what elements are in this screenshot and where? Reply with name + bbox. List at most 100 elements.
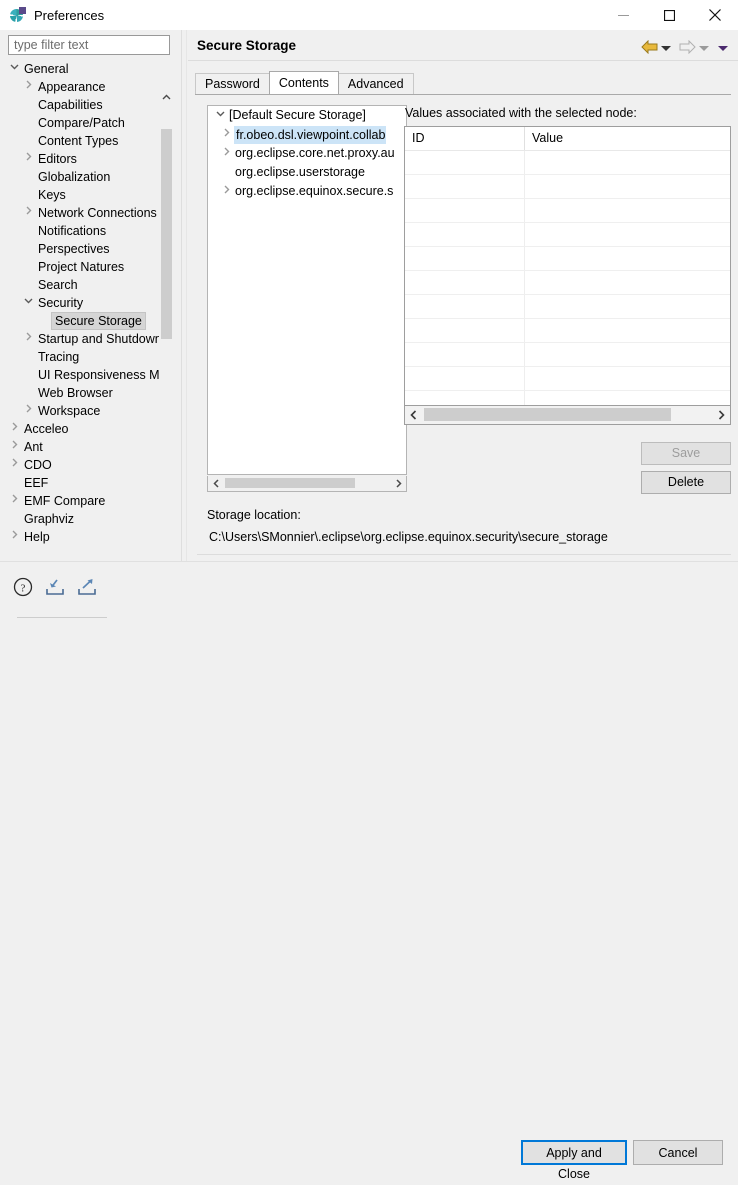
sidebar-vertical-scrollbar[interactable] bbox=[159, 89, 174, 602]
sidebar-item-capabilities[interactable]: Capabilities bbox=[6, 96, 159, 114]
maximize-button[interactable] bbox=[646, 0, 692, 30]
apply-and-close-button[interactable]: Apply and Close bbox=[521, 1140, 627, 1165]
view-menu-icon[interactable] bbox=[718, 46, 728, 51]
chevron-right-icon[interactable] bbox=[6, 528, 22, 546]
contents-tree-horizontal-scrollbar[interactable] bbox=[207, 476, 407, 492]
chevron-right-icon[interactable] bbox=[391, 476, 406, 490]
sidebar-item-cdo[interactable]: CDO bbox=[6, 456, 159, 474]
values-table-horizontal-scrollbar[interactable] bbox=[404, 406, 731, 425]
chevron-left-icon[interactable] bbox=[405, 406, 422, 423]
scrollbar-thumb[interactable] bbox=[161, 129, 172, 339]
sidebar-item-notifications[interactable]: Notifications bbox=[6, 222, 159, 240]
chevron-right-icon[interactable] bbox=[218, 144, 234, 163]
sidebar-item-ui-responsiveness-monitoring[interactable]: UI Responsiveness Monitoring bbox=[6, 366, 159, 384]
scrollbar-thumb[interactable] bbox=[424, 408, 671, 421]
column-header-value[interactable]: Value bbox=[525, 127, 730, 150]
values-table[interactable]: ID Value bbox=[404, 126, 731, 406]
table-cell-value bbox=[525, 151, 730, 174]
table-row[interactable] bbox=[405, 343, 730, 367]
sidebar-item-tracing[interactable]: Tracing bbox=[6, 348, 159, 366]
chevron-right-icon[interactable] bbox=[6, 492, 22, 510]
scrollbar-thumb[interactable] bbox=[225, 478, 355, 488]
sidebar-item-acceleo[interactable]: Acceleo bbox=[6, 420, 159, 438]
delete-button[interactable]: Delete bbox=[641, 471, 731, 494]
table-row[interactable] bbox=[405, 391, 730, 406]
sidebar-item-help[interactable]: Help bbox=[6, 528, 159, 546]
save-button[interactable]: Save bbox=[641, 442, 731, 465]
table-row[interactable] bbox=[405, 223, 730, 247]
chevron-right-icon[interactable] bbox=[20, 402, 36, 420]
sidebar-item-workspace[interactable]: Workspace bbox=[6, 402, 159, 420]
import-icon[interactable] bbox=[44, 576, 68, 600]
chevron-up-icon[interactable] bbox=[159, 89, 174, 104]
chevron-right-icon[interactable] bbox=[20, 330, 36, 348]
tab-contents[interactable]: Contents bbox=[269, 71, 339, 94]
table-row[interactable] bbox=[405, 271, 730, 295]
table-row[interactable] bbox=[405, 247, 730, 271]
sidebar-item-perspectives[interactable]: Perspectives bbox=[6, 240, 159, 258]
sidebar-item-ant[interactable]: Ant bbox=[6, 438, 159, 456]
cancel-button[interactable]: Cancel bbox=[633, 1140, 723, 1165]
sidebar-item-web-browser[interactable]: Web Browser bbox=[6, 384, 159, 402]
sidebar-item-label: Graphviz bbox=[22, 510, 76, 528]
contents-tree-item[interactable]: [Default Secure Storage] bbox=[208, 106, 406, 125]
table-row[interactable] bbox=[405, 367, 730, 391]
sidebar-item-general[interactable]: General bbox=[6, 60, 159, 78]
search-input[interactable] bbox=[8, 35, 170, 55]
contents-tree-item[interactable]: org.eclipse.equinox.secure.s bbox=[208, 182, 406, 201]
chevron-right-icon[interactable] bbox=[218, 182, 234, 201]
sidebar-item-search[interactable]: Search bbox=[6, 276, 159, 294]
table-row[interactable] bbox=[405, 319, 730, 343]
export-icon[interactable] bbox=[76, 576, 100, 600]
sidebar-item-editors[interactable]: Editors bbox=[6, 150, 159, 168]
minimize-button[interactable] bbox=[600, 0, 646, 30]
chevron-right-icon[interactable] bbox=[713, 406, 730, 423]
chevron-right-icon[interactable] bbox=[20, 150, 36, 168]
sidebar-item-appearance[interactable]: Appearance bbox=[6, 78, 159, 96]
contents-tree-item[interactable]: org.eclipse.userstorage bbox=[208, 163, 406, 182]
table-cell-id bbox=[405, 199, 525, 222]
sidebar-item-keys[interactable]: Keys bbox=[6, 186, 159, 204]
contents-tree-item[interactable]: org.eclipse.core.net.proxy.au bbox=[208, 144, 406, 163]
table-cell-id bbox=[405, 247, 525, 270]
chevron-right-icon[interactable] bbox=[6, 420, 22, 438]
back-history-chevron-down-icon[interactable] bbox=[661, 46, 671, 51]
help-icon[interactable]: ? bbox=[12, 576, 36, 600]
sidebar-item-security[interactable]: Security bbox=[6, 294, 159, 312]
close-button[interactable] bbox=[692, 0, 738, 30]
sidebar-item-label: Help bbox=[22, 528, 52, 546]
sidebar-tree[interactable]: GeneralAppearanceCapabilitiesCompare/Pat… bbox=[6, 60, 159, 573]
chevron-right-icon[interactable] bbox=[6, 438, 22, 456]
chevron-right-icon[interactable] bbox=[218, 125, 234, 144]
chevron-down-icon[interactable] bbox=[6, 60, 22, 78]
sidebar-item-startup-and-shutdown[interactable]: Startup and Shutdown bbox=[6, 330, 159, 348]
back-arrow-icon[interactable] bbox=[641, 40, 658, 57]
tab-advanced[interactable]: Advanced bbox=[338, 73, 414, 94]
chevron-right-icon[interactable] bbox=[20, 78, 36, 96]
sidebar-item-graphviz[interactable]: Graphviz bbox=[6, 510, 159, 528]
chevron-right-icon[interactable] bbox=[20, 204, 36, 222]
table-row[interactable] bbox=[405, 151, 730, 175]
chevron-right-icon[interactable] bbox=[6, 456, 22, 474]
chevron-down-icon[interactable] bbox=[20, 294, 36, 312]
sidebar-item-globalization[interactable]: Globalization bbox=[6, 168, 159, 186]
contents-tree-item-label: org.eclipse.userstorage bbox=[234, 163, 366, 182]
chevron-down-icon[interactable] bbox=[212, 106, 228, 125]
sidebar-item-eef[interactable]: EEF bbox=[6, 474, 159, 492]
sidebar-item-compare-patch[interactable]: Compare/Patch bbox=[6, 114, 159, 132]
tab-password[interactable]: Password bbox=[195, 73, 270, 94]
table-row[interactable] bbox=[405, 175, 730, 199]
sidebar-item-content-types[interactable]: Content Types bbox=[6, 132, 159, 150]
sidebar-item-project-natures[interactable]: Project Natures bbox=[6, 258, 159, 276]
column-header-id[interactable]: ID bbox=[405, 127, 525, 150]
table-row[interactable] bbox=[405, 295, 730, 319]
sidebar-item-secure-storage[interactable]: Secure Storage bbox=[6, 312, 159, 330]
contents-tree-item[interactable]: fr.obeo.dsl.viewpoint.collab bbox=[208, 125, 406, 144]
sidebar-item-emf-compare[interactable]: EMF Compare bbox=[6, 492, 159, 510]
sidebar-item-label: Web Browser bbox=[36, 384, 115, 402]
contents-tree[interactable]: [Default Secure Storage]fr.obeo.dsl.view… bbox=[207, 105, 407, 475]
chevron-left-icon[interactable] bbox=[208, 476, 223, 490]
table-cell-value bbox=[525, 367, 730, 390]
table-row[interactable] bbox=[405, 199, 730, 223]
sidebar-item-network-connections[interactable]: Network Connections bbox=[6, 204, 159, 222]
